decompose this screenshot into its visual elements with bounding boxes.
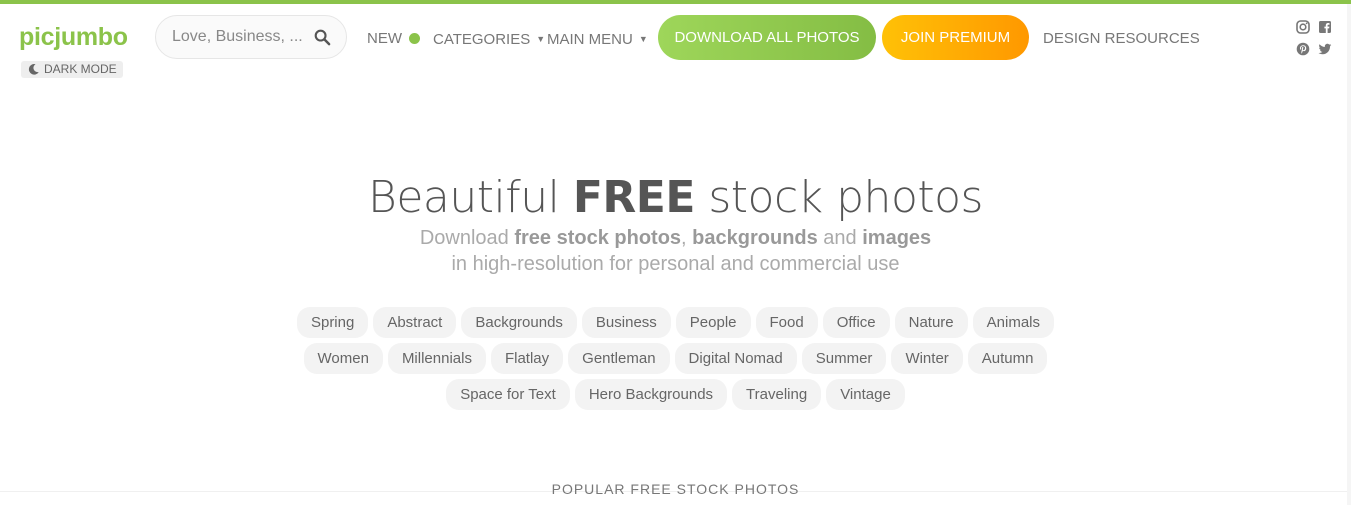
hero-subtitle-line1: Download free stock photos, backgrounds … (0, 225, 1351, 251)
tag-row: Spring Abstract Backgrounds Business Peo… (0, 307, 1351, 338)
pinterest-icon[interactable] (1296, 42, 1310, 56)
tag-summer[interactable]: Summer (801, 343, 887, 374)
site-logo[interactable]: picjumbo (19, 22, 128, 52)
tag-space-for-text[interactable]: Space for Text (446, 379, 570, 410)
tag-hero-backgrounds[interactable]: Hero Backgrounds (574, 379, 728, 410)
dark-mode-label: DARK MODE (44, 62, 117, 76)
hero-title-bold: FREE (572, 172, 696, 223)
sub-text: Download (419, 227, 515, 249)
twitter-icon[interactable] (1318, 42, 1332, 56)
tag-office[interactable]: Office (822, 307, 890, 338)
tag-millennials[interactable]: Millennials (387, 343, 486, 374)
tag-business[interactable]: Business (581, 307, 671, 338)
sub-keyword: images (862, 227, 932, 249)
hero-title: Beautiful FREE stock photos (0, 168, 1351, 228)
hero-title-pre: Beautiful (368, 172, 573, 223)
tag-gentleman[interactable]: Gentleman (568, 343, 670, 374)
tag-spring[interactable]: Spring (296, 307, 369, 338)
hero-title-post: stock photos (694, 172, 983, 223)
nav-categories-label: CATEGORIES (433, 31, 531, 48)
tag-people[interactable]: People (675, 307, 751, 338)
download-all-photos-button[interactable]: DOWNLOAD ALL PHOTOS (658, 15, 876, 60)
dark-mode-toggle[interactable]: DARK MODE (21, 61, 123, 78)
site-header: picjumbo DARK MODE NEW CATEGORIES ▼ MAIN … (0, 4, 1347, 82)
tag-traveling[interactable]: Traveling (732, 379, 822, 410)
sub-keyword: free stock photos (514, 227, 682, 249)
tag-animals[interactable]: Animals (972, 307, 1055, 338)
facebook-icon[interactable] (1318, 20, 1332, 34)
moon-icon (28, 64, 39, 75)
tag-abstract[interactable]: Abstract (373, 307, 457, 338)
search-box (155, 15, 347, 59)
search-input[interactable] (172, 26, 312, 48)
new-indicator-dot (409, 33, 420, 44)
sub-text: and (817, 227, 863, 249)
tag-row: Women Millennials Flatlay Gentleman Digi… (0, 343, 1351, 374)
nav-new[interactable]: NEW (367, 30, 420, 48)
nav-new-label: NEW (367, 30, 402, 47)
sub-keyword: backgrounds (692, 227, 818, 249)
tag-food[interactable]: Food (755, 307, 818, 338)
tag-backgrounds[interactable]: Backgrounds (461, 307, 577, 338)
nav-main-menu-label: MAIN MENU (547, 31, 633, 48)
category-tags: Spring Abstract Backgrounds Business Peo… (0, 307, 1351, 415)
tag-winter[interactable]: Winter (891, 343, 963, 374)
search-icon[interactable] (314, 29, 331, 46)
tag-vintage[interactable]: Vintage (826, 379, 905, 410)
tag-women[interactable]: Women (303, 343, 383, 374)
tag-row: Space for Text Hero Backgrounds Travelin… (0, 379, 1351, 410)
popular-section-heading: POPULAR FREE STOCK PHOTOS (551, 481, 800, 497)
instagram-icon[interactable] (1296, 20, 1310, 34)
caret-down-icon: ▼ (638, 34, 648, 44)
nav-design-resources[interactable]: DESIGN RESOURCES (1043, 30, 1200, 48)
tag-digital-nomad[interactable]: Digital Nomad (674, 343, 797, 374)
tag-nature[interactable]: Nature (894, 307, 968, 338)
tag-autumn[interactable]: Autumn (967, 343, 1048, 374)
hero-subtitle-line2: in high-resolution for personal and comm… (451, 253, 900, 275)
nav-categories[interactable]: CATEGORIES ▼ (433, 30, 545, 49)
nav-main-menu[interactable]: MAIN MENU ▼ (547, 30, 648, 49)
tag-flatlay[interactable]: Flatlay (490, 343, 564, 374)
sub-text: , (681, 227, 693, 249)
caret-down-icon: ▼ (536, 34, 546, 44)
join-premium-button[interactable]: JOIN PREMIUM (882, 15, 1029, 60)
